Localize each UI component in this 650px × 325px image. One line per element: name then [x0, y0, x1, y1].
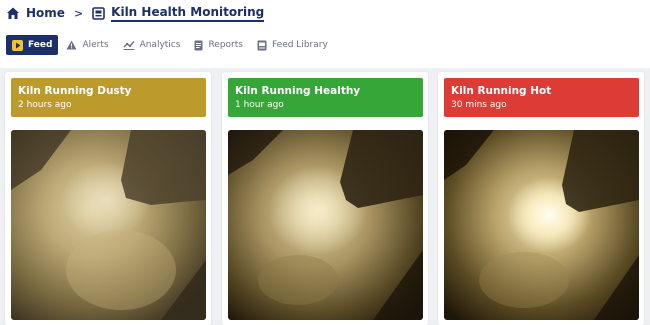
analytics-icon [123, 40, 135, 50]
tab-label: Feed [28, 40, 53, 50]
page-title[interactable]: Kiln Health Monitoring [111, 5, 265, 22]
feed-card-healthy[interactable]: Kiln Running Healthy 1 hour ago [222, 72, 428, 325]
tab-label: Analytics [139, 40, 181, 50]
feed-tabs: Feed Alerts Analytics Reports Feed Libra… [6, 35, 334, 55]
kiln-camera-image[interactable] [228, 130, 423, 320]
card-timestamp: 1 hour ago [235, 100, 284, 110]
tab-analytics[interactable]: Analytics [117, 35, 187, 55]
card-title: Kiln Running Dusty [18, 85, 132, 97]
tab-feed[interactable]: Feed [6, 35, 59, 55]
feed-card-hot[interactable]: Kiln Running Hot 30 mins ago [438, 72, 644, 325]
card-title: Kiln Running Hot [451, 85, 552, 97]
home-icon[interactable] [6, 6, 20, 20]
kiln-camera-image[interactable] [11, 130, 206, 320]
card-title: Kiln Running Healthy [235, 85, 361, 97]
play-icon [12, 39, 23, 51]
tab-reports[interactable]: Reports [188, 35, 249, 55]
breadcrumb: Home > Kiln Health Monitoring [6, 4, 265, 22]
feed-card-dusty[interactable]: Kiln Running Dusty 2 hours ago [5, 72, 211, 325]
tab-feed-library[interactable]: Feed Library [251, 35, 334, 55]
tab-alerts[interactable]: Alerts [60, 35, 114, 55]
breadcrumb-home-link[interactable]: Home [26, 6, 65, 20]
tab-label: Feed Library [271, 40, 328, 50]
card-timestamp: 30 mins ago [451, 100, 507, 110]
tab-label: Reports [208, 40, 243, 50]
reports-icon [194, 40, 203, 51]
breadcrumb-separator: > [73, 6, 84, 20]
card-timestamp: 2 hours ago [18, 100, 72, 110]
card-header: Kiln Running Hot 30 mins ago [444, 78, 639, 117]
card-header: Kiln Running Healthy 1 hour ago [228, 78, 423, 117]
warning-icon [66, 40, 77, 50]
kiln-camera-image[interactable] [444, 130, 639, 320]
monitor-page-icon [92, 6, 105, 20]
library-icon [257, 40, 267, 51]
feed-cards: Kiln Running Dusty 2 hours ago Kiln Runn… [0, 68, 650, 325]
tab-label: Alerts [82, 40, 109, 50]
card-header: Kiln Running Dusty 2 hours ago [11, 78, 206, 117]
